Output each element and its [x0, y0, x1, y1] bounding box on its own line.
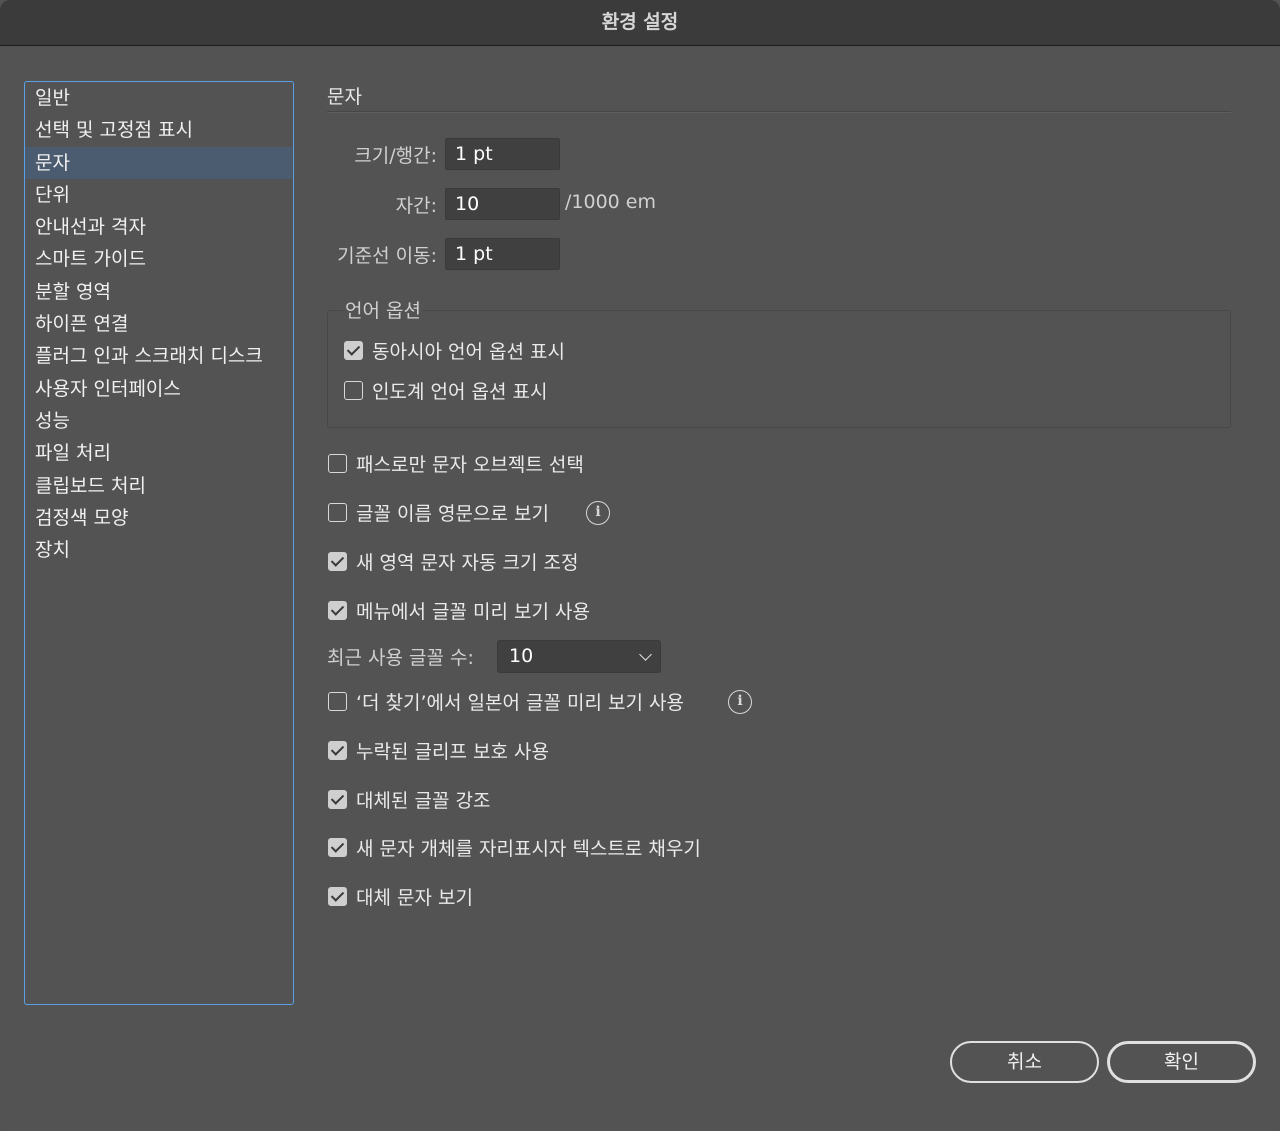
sidebar-item-hyphenation[interactable]: 하이픈 연결 — [25, 308, 292, 340]
language-options-group — [327, 310, 1231, 428]
recent-fonts-label: 최근 사용 글꼴 수: — [327, 647, 474, 669]
sidebar-category-list[interactable]: 일반 선택 및 고정점 표시 문자 단위 안내선과 격자 스마트 가이드 분할 … — [24, 81, 294, 1005]
sidebar-item-clipboard-handling[interactable]: 클립보드 처리 — [25, 470, 292, 502]
highlight-substituted-checkbox[interactable] — [328, 790, 347, 809]
baseline-shift-field[interactable]: 1 pt — [445, 238, 560, 270]
fill-placeholder-checkbox[interactable] — [328, 838, 347, 857]
sidebar-item-selection-anchor-display[interactable]: 선택 및 고정점 표시 — [25, 114, 292, 146]
show-alternates-checkbox[interactable] — [328, 887, 347, 906]
sidebar-item-guides-grid[interactable]: 안내선과 격자 — [25, 211, 292, 243]
font-names-english-checkbox[interactable] — [328, 503, 347, 522]
chevron-down-icon — [639, 648, 652, 661]
tracking-field[interactable]: 10 — [445, 188, 560, 220]
sidebar-item-user-interface[interactable]: 사용자 인터페이스 — [25, 373, 292, 405]
sidebar-item-type[interactable]: 문자 — [25, 147, 292, 179]
indic-options-label[interactable]: 인도계 언어 옵션 표시 — [372, 377, 547, 404]
language-options-title: 언어 옵션 — [343, 296, 423, 323]
tracking-unit-label: /1000 em — [565, 191, 656, 213]
recent-fonts-select[interactable]: 10 — [497, 640, 661, 673]
size-leading-label: 크기/행간: — [354, 145, 437, 167]
highlight-substituted-label[interactable]: 대체된 글꼴 강조 — [356, 786, 490, 813]
sidebar-item-units[interactable]: 단위 — [25, 179, 292, 211]
sidebar-item-smart-guides[interactable]: 스마트 가이드 — [25, 243, 292, 275]
info-icon[interactable]: i — [728, 690, 752, 714]
font-names-english-label[interactable]: 글꼴 이름 영문으로 보기 — [356, 499, 549, 526]
missing-glyph-label[interactable]: 누락된 글리프 보호 사용 — [356, 737, 549, 764]
auto-size-area-label[interactable]: 새 영역 문자 자동 크기 조정 — [356, 548, 578, 575]
east-asian-options-label[interactable]: 동아시아 언어 옵션 표시 — [372, 337, 565, 364]
missing-glyph-checkbox[interactable] — [328, 741, 347, 760]
menu-font-preview-label[interactable]: 메뉴에서 글꼴 미리 보기 사용 — [356, 597, 590, 624]
sidebar-item-devices[interactable]: 장치 — [25, 534, 292, 566]
section-title: 문자 — [327, 86, 362, 108]
sidebar-item-appearance-of-black[interactable]: 검정색 모양 — [25, 502, 292, 534]
section-divider — [327, 111, 1231, 113]
ok-button[interactable]: 확인 — [1107, 1041, 1256, 1083]
path-only-select-label[interactable]: 패스로만 문자 오브젝트 선택 — [356, 450, 584, 477]
east-asian-options-checkbox[interactable] — [344, 341, 363, 360]
auto-size-area-checkbox[interactable] — [328, 552, 347, 571]
sidebar-item-general[interactable]: 일반 — [25, 82, 292, 114]
japanese-preview-label[interactable]: ‘더 찾기’에서 일본어 글꼴 미리 보기 사용 — [356, 688, 684, 715]
window-title: 환경 설정 — [0, 0, 1280, 46]
sidebar-item-file-handling[interactable]: 파일 처리 — [25, 437, 292, 469]
show-alternates-label[interactable]: 대체 문자 보기 — [356, 883, 473, 910]
indic-options-checkbox[interactable] — [344, 381, 363, 400]
menu-font-preview-checkbox[interactable] — [328, 601, 347, 620]
fill-placeholder-label[interactable]: 새 문자 개체를 자리표시자 텍스트로 채우기 — [356, 834, 701, 861]
preferences-dialog: 환경 설정 일반 선택 및 고정점 표시 문자 단위 안내선과 격자 스마트 가… — [0, 0, 1280, 1131]
sidebar-item-performance[interactable]: 성능 — [25, 405, 292, 437]
cancel-button[interactable]: 취소 — [950, 1041, 1099, 1083]
tracking-label: 자간: — [395, 195, 437, 217]
sidebar-item-plugins-scratch-disks[interactable]: 플러그 인과 스크래치 디스크 — [25, 340, 292, 372]
sidebar-item-slices[interactable]: 분할 영역 — [25, 276, 292, 308]
size-leading-field[interactable]: 1 pt — [445, 138, 560, 170]
info-icon[interactable]: i — [586, 501, 610, 525]
path-only-select-checkbox[interactable] — [328, 454, 347, 473]
japanese-preview-checkbox[interactable] — [328, 692, 347, 711]
baseline-shift-label: 기준선 이동: — [337, 245, 437, 267]
recent-fonts-value: 10 — [509, 645, 534, 667]
